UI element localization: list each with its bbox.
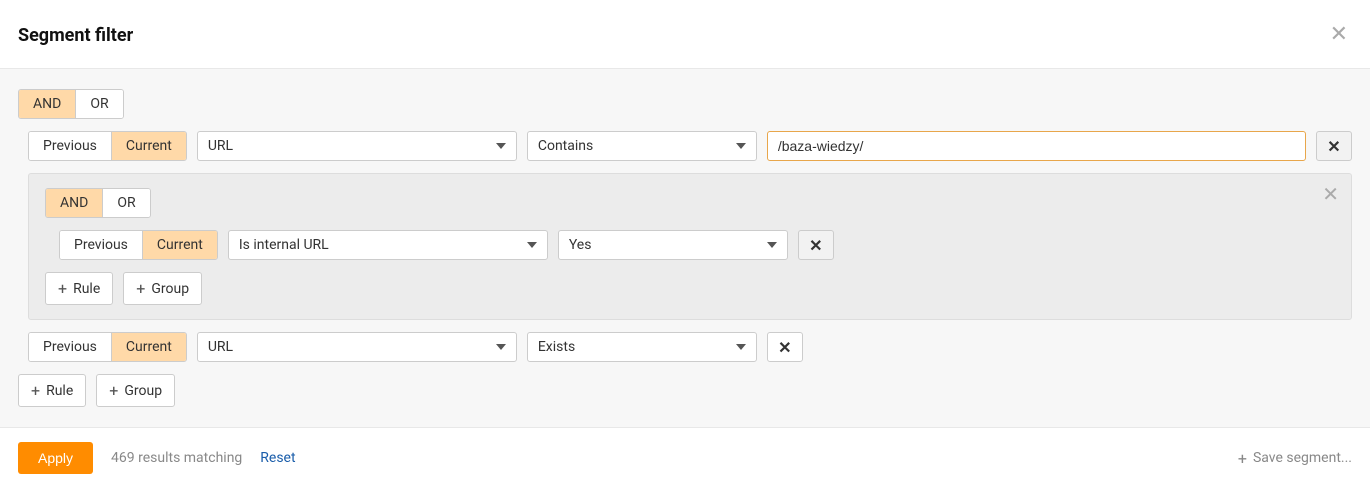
operator-select[interactable]: Contains bbox=[527, 131, 757, 161]
field-select-value-3: URL bbox=[208, 339, 233, 355]
nested-operator-select[interactable]: Yes bbox=[558, 230, 788, 260]
save-segment-label: Save segment... bbox=[1253, 450, 1352, 466]
chevron-down-icon bbox=[527, 242, 537, 248]
add-rule-button[interactable]: + Rule bbox=[18, 374, 86, 407]
scope-current-button-3[interactable]: Current bbox=[111, 333, 186, 361]
save-segment-button[interactable]: + Save segment... bbox=[1238, 449, 1352, 468]
nested-logic-and-button[interactable]: AND bbox=[46, 189, 102, 217]
field-select-3[interactable]: URL bbox=[197, 332, 517, 362]
add-group-button[interactable]: + Group bbox=[96, 374, 175, 407]
chevron-down-icon bbox=[736, 143, 746, 149]
logic-toggle-group: AND OR bbox=[18, 89, 124, 119]
chevron-down-icon bbox=[496, 344, 506, 350]
add-rule-label: Rule bbox=[46, 383, 73, 399]
nested-scope-previous-button[interactable]: Previous bbox=[60, 231, 142, 259]
nested-scope-current-button[interactable]: Current bbox=[142, 231, 217, 259]
close-icon: ✕ bbox=[778, 338, 791, 357]
field-select-value: URL bbox=[208, 138, 233, 154]
nested-add-rule-label: Rule bbox=[73, 281, 100, 297]
page-title: Segment filter bbox=[18, 25, 133, 46]
add-group-label: Group bbox=[124, 383, 162, 399]
remove-rule-button-3[interactable]: ✕ bbox=[767, 332, 803, 362]
plus-icon: + bbox=[31, 381, 40, 400]
plus-icon: + bbox=[58, 279, 67, 298]
chevron-down-icon bbox=[736, 344, 746, 350]
scope-previous-button-3[interactable]: Previous bbox=[29, 333, 111, 361]
field-select[interactable]: URL bbox=[197, 131, 517, 161]
nested-add-rule-button[interactable]: + Rule bbox=[45, 272, 113, 305]
logic-and-button[interactable]: AND bbox=[19, 90, 75, 118]
scope-toggle-group: Previous Current bbox=[28, 131, 187, 161]
nested-add-group-button[interactable]: + Group bbox=[123, 272, 202, 305]
nested-field-select[interactable]: Is internal URL bbox=[228, 230, 548, 260]
value-input[interactable] bbox=[767, 131, 1306, 161]
apply-button[interactable]: Apply bbox=[18, 442, 93, 474]
nested-field-select-value: Is internal URL bbox=[239, 237, 329, 253]
plus-icon: + bbox=[109, 381, 118, 400]
close-icon: ✕ bbox=[809, 236, 822, 255]
nested-logic-or-button[interactable]: OR bbox=[102, 189, 149, 217]
plus-icon: + bbox=[1238, 449, 1247, 468]
operator-select-3[interactable]: Exists bbox=[527, 332, 757, 362]
logic-or-button[interactable]: OR bbox=[75, 90, 122, 118]
nested-group: ✕ AND OR Previous Current Is internal UR… bbox=[28, 173, 1352, 320]
scope-toggle-group-3: Previous Current bbox=[28, 332, 187, 362]
operator-select-value: Contains bbox=[538, 138, 593, 154]
scope-current-button[interactable]: Current bbox=[111, 132, 186, 160]
nested-scope-toggle-group: Previous Current bbox=[59, 230, 218, 260]
close-icon: ✕ bbox=[1327, 137, 1340, 156]
plus-icon: + bbox=[136, 279, 145, 298]
remove-rule-button[interactable]: ✕ bbox=[1316, 131, 1352, 161]
reset-link[interactable]: Reset bbox=[260, 450, 295, 466]
nested-add-group-label: Group bbox=[151, 281, 189, 297]
results-text: 469 results matching bbox=[111, 450, 242, 466]
close-icon[interactable]: ✕ bbox=[1326, 20, 1352, 50]
scope-previous-button[interactable]: Previous bbox=[29, 132, 111, 160]
nested-logic-toggle-group: AND OR bbox=[45, 188, 151, 218]
nested-remove-rule-button[interactable]: ✕ bbox=[798, 230, 834, 260]
nested-operator-select-value: Yes bbox=[569, 237, 592, 253]
remove-group-icon[interactable]: ✕ bbox=[1322, 184, 1339, 204]
operator-select-value-3: Exists bbox=[538, 339, 575, 355]
chevron-down-icon bbox=[767, 242, 777, 248]
chevron-down-icon bbox=[496, 143, 506, 149]
